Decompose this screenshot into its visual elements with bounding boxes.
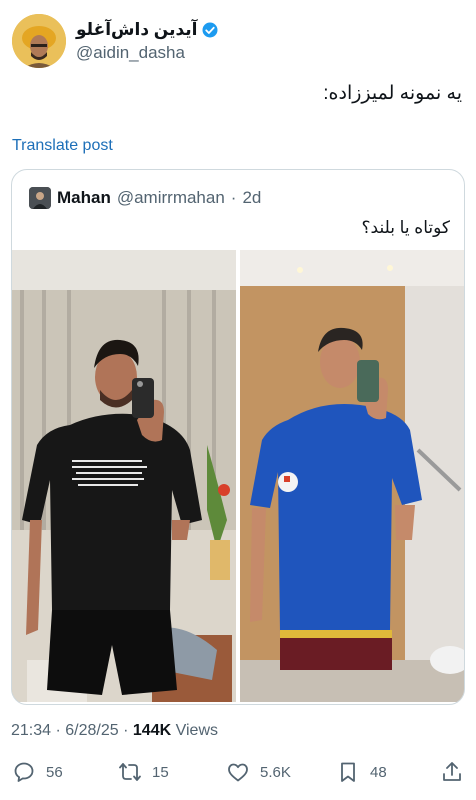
like-icon (228, 763, 248, 782)
post-actions: 56 15 5.6K 48 (0, 760, 476, 784)
like-count: 5.6K (260, 763, 291, 781)
author-handle[interactable]: @aidin_dasha (76, 43, 219, 63)
like-button[interactable]: 5.6K (226, 760, 291, 784)
quoted-time: 2d (242, 188, 262, 207)
views-label: Views (175, 722, 218, 739)
views-count: 144K (132, 722, 172, 739)
reply-button[interactable]: 56 (12, 760, 63, 784)
translate-post-link[interactable]: Translate post (12, 137, 113, 155)
quoted-author-name: Mahan (57, 188, 111, 207)
post-date[interactable]: 6/28/25 (65, 722, 118, 739)
quoted-author-avatar (29, 187, 51, 209)
repost-button[interactable]: 15 (118, 760, 169, 784)
quoted-post-header: Mahan @amirrmahan · 2d (29, 187, 261, 209)
quoted-post[interactable]: Mahan @amirrmahan · 2d کوتاه یا بلند؟ (11, 169, 465, 705)
quoted-author-handle: @amirrmahan (116, 188, 225, 207)
bookmark-count: 48 (370, 763, 387, 781)
post-time[interactable]: 21:34 (11, 722, 51, 739)
quoted-photo-blue-shirt[interactable] (240, 250, 464, 702)
repost-icon (119, 763, 141, 781)
bookmark-icon (341, 762, 355, 782)
post-author[interactable]: آیدین داش‌آغلو @aidin_dasha (12, 14, 219, 68)
author-avatar[interactable] (12, 14, 66, 68)
reply-icon (14, 762, 34, 782)
quoted-text: کوتاه یا بلند؟ (361, 218, 451, 237)
reply-count: 56 (46, 763, 63, 781)
quoted-photo-black-shirt[interactable] (12, 250, 236, 702)
post-meta: 21:34 · 6/28/25 · 144K Views (11, 722, 218, 739)
post-text: یه نمونه لمیززاده: (323, 83, 462, 104)
quoted-separator: · (230, 188, 237, 207)
verified-badge-icon (202, 22, 218, 37)
repost-count: 15 (152, 763, 169, 781)
share-button[interactable] (440, 760, 464, 784)
share-icon (443, 762, 461, 781)
author-display-name[interactable]: آیدین داش‌آغلو (76, 20, 197, 40)
bookmark-button[interactable]: 48 (336, 760, 387, 784)
